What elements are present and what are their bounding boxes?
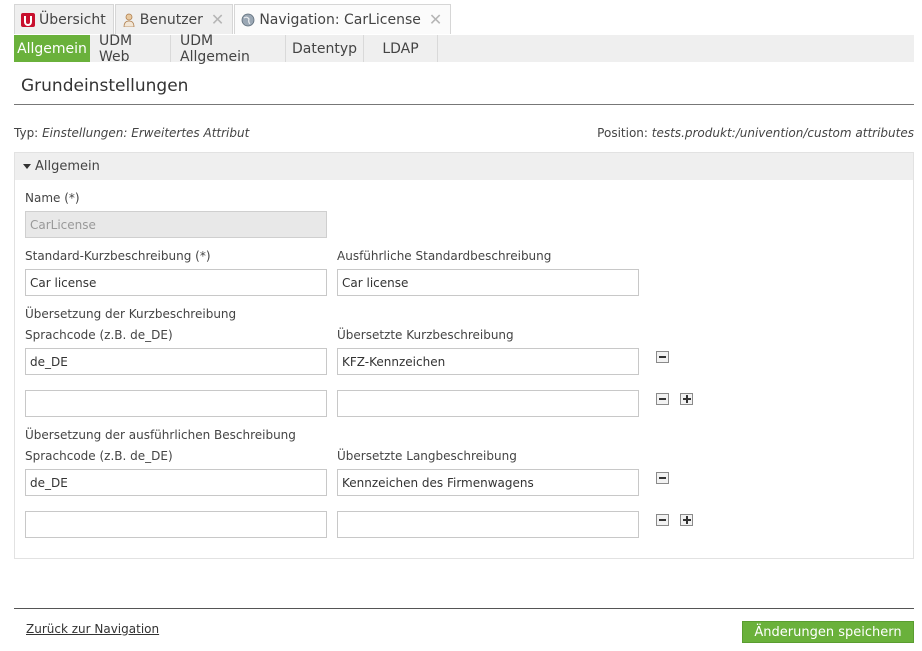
position-value: tests.produkt:/univention/custom attribu… bbox=[651, 126, 914, 140]
univention-logo-icon bbox=[21, 12, 35, 27]
short-trans-lang-field[interactable]: de_DE bbox=[25, 348, 327, 375]
sub-tab-bar: Allgemein UDM Web UDM Allgemein Datentyp… bbox=[14, 33, 914, 65]
long-trans-text-label: Übersetzte Langbeschreibung bbox=[337, 449, 517, 463]
panel-header-label: Allgemein bbox=[35, 159, 100, 174]
top-tab-bar: Übersicht Benutzer ✕ Navigation: CarLice… bbox=[14, 4, 452, 34]
plus-icon bbox=[682, 395, 691, 403]
tab-udm-allgemein[interactable]: UDM Allgemein bbox=[171, 33, 286, 65]
plus-icon bbox=[682, 516, 691, 524]
tab-udm-web[interactable]: UDM Web bbox=[90, 33, 171, 65]
user-icon bbox=[122, 13, 136, 27]
short-trans-text-label: Übersetzte Kurzbeschreibung bbox=[337, 328, 514, 342]
long-trans-text-field[interactable]: Kennzeichen des Firmenwagens bbox=[337, 469, 639, 496]
tab-label: Übersicht bbox=[39, 11, 106, 28]
meta-row: Typ: Einstellungen: Erweitertes Attribut… bbox=[14, 126, 914, 142]
tab-allgemein[interactable]: Allgemein bbox=[14, 35, 90, 62]
minus-icon bbox=[659, 477, 666, 479]
long-trans-lang-field[interactable]: de_DE bbox=[25, 469, 327, 496]
short-trans-text-field[interactable] bbox=[337, 390, 639, 417]
short-desc-field[interactable]: Car license bbox=[25, 269, 327, 296]
short-trans-lang-label: Sprachcode (z.B. de_DE) bbox=[25, 328, 173, 342]
long-trans-lang-field[interactable] bbox=[25, 511, 327, 538]
back-to-navigation-link[interactable]: Zurück zur Navigation bbox=[26, 622, 159, 636]
close-icon[interactable]: ✕ bbox=[211, 11, 224, 28]
short-trans-title: Übersetzung der Kurzbeschreibung bbox=[25, 307, 237, 321]
long-desc-label: Ausführliche Standardbeschreibung bbox=[337, 249, 552, 263]
long-trans-title: Übersetzung der ausführlichen Beschreibu… bbox=[25, 428, 296, 442]
tab-uebersicht[interactable]: Übersicht bbox=[14, 4, 114, 34]
minus-icon bbox=[659, 519, 666, 521]
remove-row-button[interactable] bbox=[656, 472, 669, 484]
name-label: Name (*) bbox=[25, 191, 80, 205]
short-desc-label: Standard-Kurzbeschreibung (*) bbox=[25, 249, 211, 263]
add-row-button[interactable] bbox=[680, 393, 693, 405]
long-desc-field[interactable]: Car license bbox=[337, 269, 639, 296]
tab-navigation-carlicense[interactable]: Navigation: CarLicense ✕ bbox=[234, 4, 452, 34]
remove-row-button[interactable] bbox=[656, 351, 669, 363]
type-info: Typ: Einstellungen: Erweitertes Attribut bbox=[14, 126, 249, 140]
panel-header-allgemein[interactable]: Allgemein bbox=[15, 153, 913, 180]
minus-icon bbox=[659, 398, 666, 400]
long-trans-text-field[interactable] bbox=[337, 511, 639, 538]
minus-icon bbox=[659, 356, 666, 358]
section-title: Grundeinstellungen bbox=[21, 76, 189, 96]
tab-datentyp[interactable]: Datentyp bbox=[286, 35, 364, 62]
tab-label: Navigation: CarLicense bbox=[259, 11, 421, 28]
add-row-button[interactable] bbox=[680, 514, 693, 526]
name-field: CarLicense bbox=[25, 211, 327, 238]
tab-benutzer[interactable]: Benutzer ✕ bbox=[114, 4, 234, 34]
remove-row-button[interactable] bbox=[656, 393, 669, 405]
tab-ldap[interactable]: LDAP bbox=[364, 35, 438, 62]
divider bbox=[14, 104, 914, 105]
save-changes-button[interactable]: Änderungen speichern bbox=[742, 621, 914, 643]
tab-label: Benutzer bbox=[139, 11, 203, 28]
footer-divider bbox=[14, 608, 914, 609]
close-icon[interactable]: ✕ bbox=[429, 11, 442, 28]
type-value: Einstellungen: Erweitertes Attribut bbox=[42, 126, 250, 140]
position-prefix: Position: bbox=[597, 126, 648, 140]
position-info: Position: tests.produkt:/univention/cust… bbox=[597, 126, 914, 140]
caret-down-icon bbox=[23, 164, 31, 169]
type-prefix: Typ: bbox=[14, 126, 39, 140]
short-trans-lang-field[interactable] bbox=[25, 390, 327, 417]
remove-row-button[interactable] bbox=[656, 514, 669, 526]
general-panel: Allgemein Name (*) CarLicense Standard-K… bbox=[14, 152, 914, 559]
long-trans-lang-label: Sprachcode (z.B. de_DE) bbox=[25, 449, 173, 463]
globe-icon bbox=[241, 13, 255, 27]
short-trans-text-field[interactable]: KFZ-Kennzeichen bbox=[337, 348, 639, 375]
